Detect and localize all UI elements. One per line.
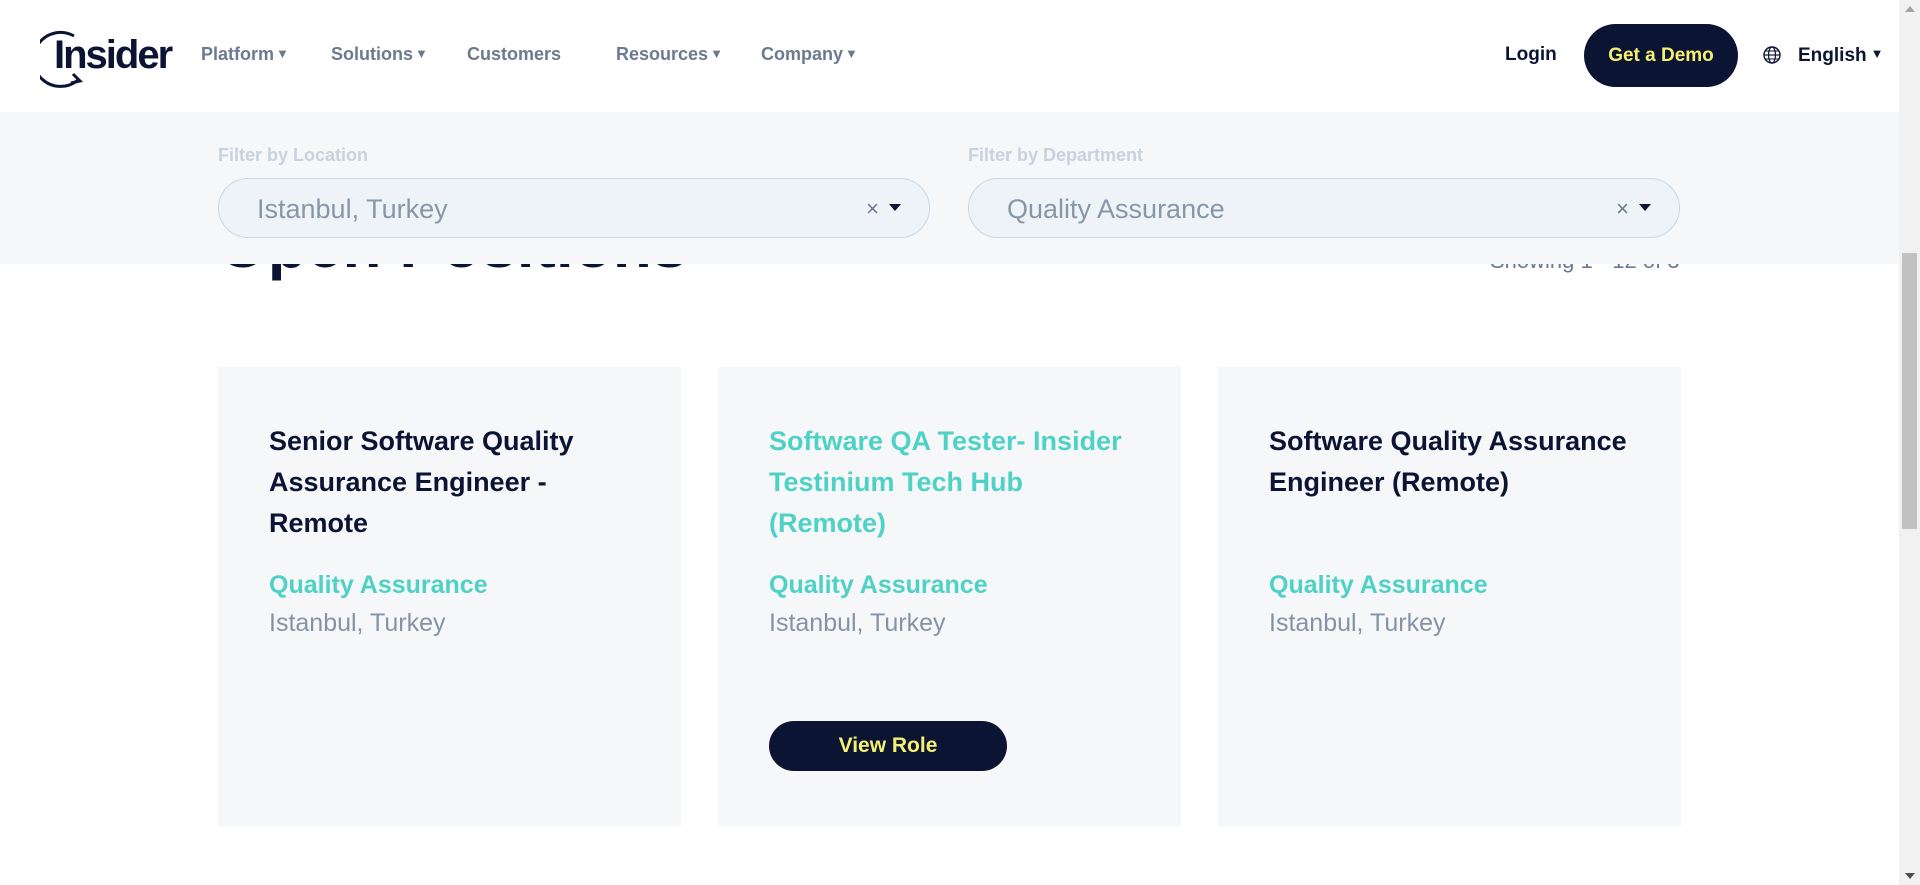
chevron-down-icon: ▼ <box>276 46 289 61</box>
chevron-down-icon[interactable] <box>1639 204 1651 211</box>
view-role-button[interactable]: View Role <box>769 721 1007 771</box>
job-location: Istanbul, Turkey <box>269 609 446 637</box>
chevron-down-icon: ▼ <box>845 46 858 61</box>
filter-bar: Filter by Location Istanbul, Turkey × Fi… <box>0 112 1899 264</box>
job-title: Software Quality Assurance Engineer (Rem… <box>1269 426 1627 497</box>
location-filter-label: Filter by Location <box>218 145 369 165</box>
scroll-down-arrow-icon[interactable] <box>1905 873 1915 879</box>
department-filter-value: Quality Assurance <box>1007 194 1225 224</box>
job-department: Quality Assurance <box>269 571 488 599</box>
page-scrollbar[interactable] <box>1899 0 1920 885</box>
nav-platform[interactable]: Platform ▼ <box>201 44 289 65</box>
scroll-thumb[interactable] <box>1902 253 1917 529</box>
language-label: English <box>1798 45 1867 66</box>
chevron-down-icon[interactable] <box>889 204 901 211</box>
job-location: Istanbul, Turkey <box>769 609 946 637</box>
clear-icon[interactable]: × <box>1616 196 1629 222</box>
nav-customers-label: Customers <box>467 44 562 64</box>
clear-icon[interactable]: × <box>866 196 879 222</box>
job-card[interactable]: Software Quality Assurance Engineer (Rem… <box>1218 367 1681 826</box>
job-card[interactable]: Software QA Tester- Insider Testinium Te… <box>718 367 1181 826</box>
nav-solutions-label: Solutions <box>331 44 413 64</box>
job-location: Istanbul, Turkey <box>1269 609 1446 637</box>
nav-customers[interactable]: Customers <box>467 44 561 65</box>
job-department: Quality Assurance <box>769 571 988 599</box>
get-a-demo-button[interactable]: Get a Demo <box>1584 24 1738 87</box>
location-filter-select[interactable]: Istanbul, Turkey × <box>218 178 930 238</box>
location-filter-value: Istanbul, Turkey <box>257 194 448 224</box>
language-selector[interactable]: English ▼ <box>1798 45 1884 67</box>
nav-company[interactable]: Company ▼ <box>761 44 858 65</box>
top-navigation: Insider Platform ▼ Solutions ▼ Customers R… <box>0 0 1899 112</box>
globe-icon[interactable] <box>1762 45 1782 65</box>
login-link[interactable]: Login <box>1505 44 1557 66</box>
nav-platform-label: Platform <box>201 44 275 64</box>
job-title: Senior Software Quality Assurance Engine… <box>269 426 574 538</box>
nav-solutions[interactable]: Solutions ▼ <box>331 44 428 65</box>
department-filter-select[interactable]: Quality Assurance × <box>968 178 1680 238</box>
chevron-down-icon: ▼ <box>1870 46 1884 61</box>
job-department: Quality Assurance <box>1269 571 1488 599</box>
logo-text: Insider <box>54 33 173 77</box>
chevron-down-icon: ▼ <box>710 46 723 61</box>
scroll-up-arrow-icon[interactable] <box>1905 6 1915 12</box>
department-filter-label: Filter by Department <box>968 145 1144 165</box>
insider-logo[interactable]: Insider <box>40 26 173 88</box>
job-title: Software QA Tester- Insider Testinium Te… <box>769 426 1122 538</box>
nav-resources-label: Resources <box>616 44 709 64</box>
job-card[interactable]: Senior Software Quality Assurance Engine… <box>218 367 681 826</box>
nav-resources[interactable]: Resources ▼ <box>616 44 723 65</box>
chevron-down-icon: ▼ <box>415 46 428 61</box>
nav-company-label: Company <box>761 44 844 64</box>
